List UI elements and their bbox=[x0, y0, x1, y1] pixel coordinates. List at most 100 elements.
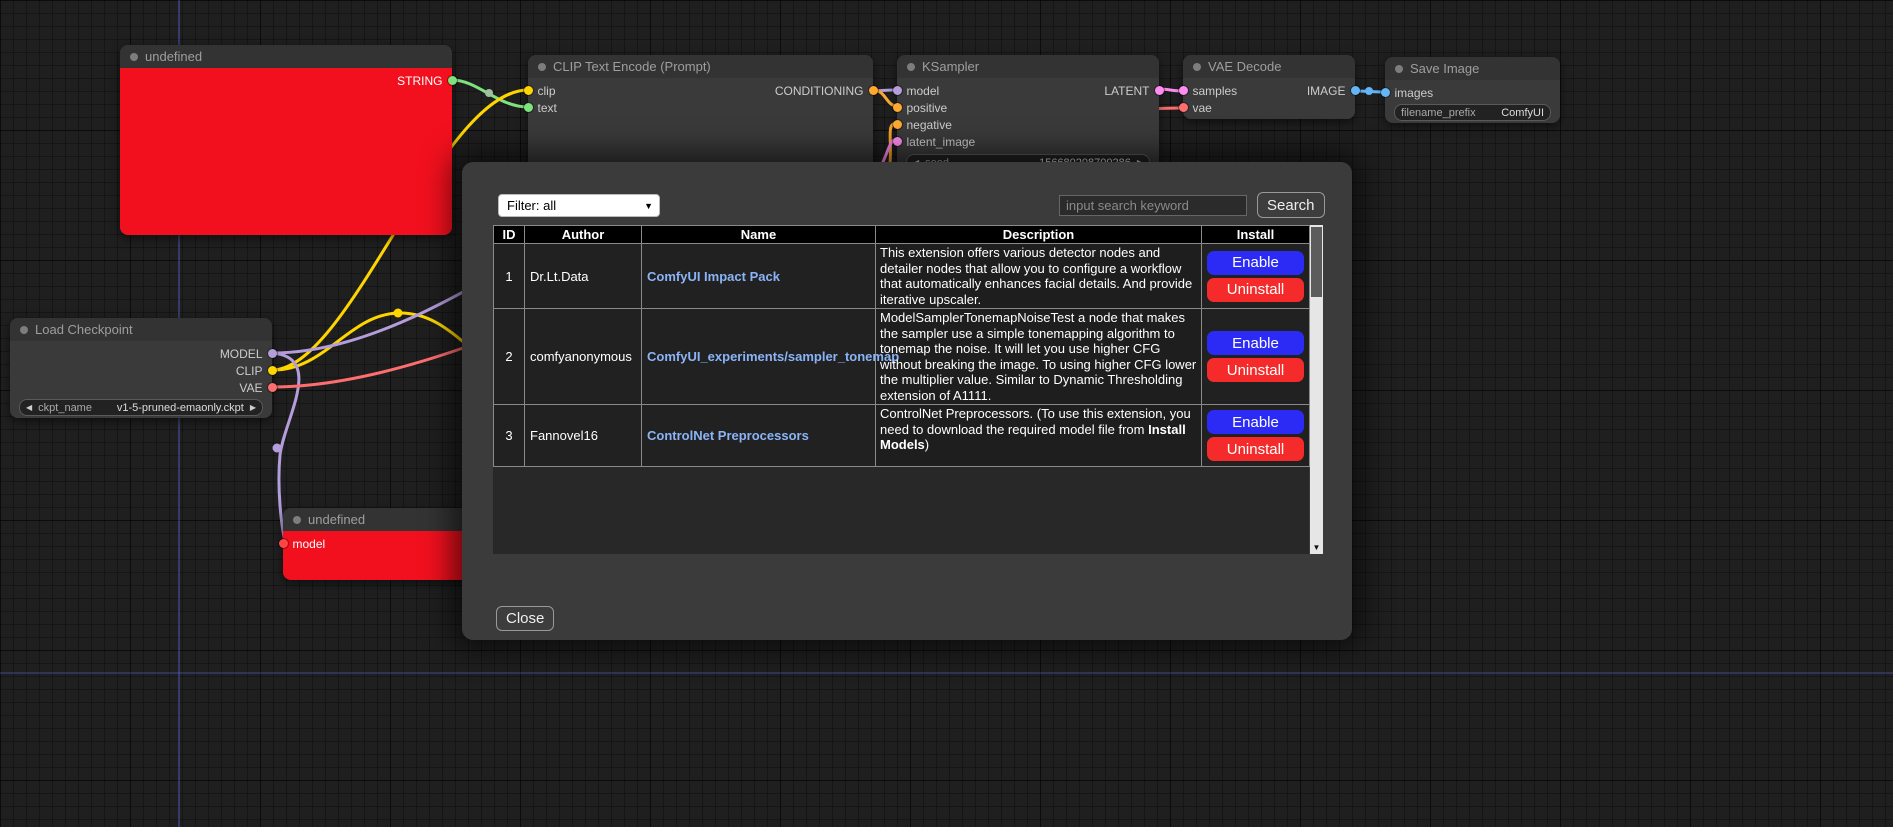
input-port-samples[interactable]: samples bbox=[1183, 84, 1237, 98]
scrollbar-down-button[interactable]: ▼ bbox=[1310, 540, 1323, 554]
uninstall-button[interactable]: Uninstall bbox=[1207, 278, 1304, 302]
port-dot-latent[interactable] bbox=[1155, 86, 1164, 95]
output-port-conditioning[interactable]: CONDITIONING bbox=[775, 84, 873, 98]
uninstall-button[interactable]: Uninstall bbox=[1207, 358, 1304, 382]
node-collapse-dot[interactable] bbox=[1193, 63, 1201, 71]
extension-author: Fannovel16 bbox=[525, 405, 642, 467]
port-dot-vae[interactable] bbox=[1179, 103, 1188, 112]
link-midpoint-dot bbox=[273, 444, 282, 453]
output-port-model[interactable]: MODEL bbox=[220, 347, 272, 361]
node-body: model bbox=[283, 531, 473, 580]
node-title: VAE Decode bbox=[1208, 59, 1281, 74]
filter-dropdown[interactable]: Filter: all ▼ bbox=[498, 194, 660, 217]
port-dot-samples[interactable] bbox=[1179, 86, 1188, 95]
port-dot-model[interactable] bbox=[893, 86, 902, 95]
output-port-vae[interactable]: VAE bbox=[239, 381, 272, 395]
arrow-right-icon[interactable]: ▶ bbox=[250, 404, 256, 412]
port-dot-model-out[interactable] bbox=[268, 349, 277, 358]
node-title: undefined bbox=[308, 512, 365, 527]
node-title-bar[interactable]: undefined bbox=[120, 45, 452, 68]
node-title-bar[interactable]: Load Checkpoint bbox=[10, 318, 272, 341]
output-port-clip[interactable]: CLIP bbox=[236, 364, 272, 378]
header-description: Description bbox=[876, 226, 1202, 244]
header-name: Name bbox=[642, 226, 876, 244]
wire-string-to-text bbox=[452, 80, 528, 107]
node-title-bar[interactable]: undefined bbox=[283, 508, 473, 531]
wire-clip-second bbox=[272, 313, 478, 370]
enable-button[interactable]: Enable bbox=[1207, 251, 1304, 275]
node-title: undefined bbox=[145, 49, 202, 64]
port-dot-clip[interactable] bbox=[524, 86, 533, 95]
input-port-images[interactable]: images bbox=[1385, 86, 1433, 100]
table-scrollbar[interactable]: ▼ bbox=[1310, 225, 1323, 554]
extension-link[interactable]: ComfyUI_experiments/sampler_tonemap bbox=[647, 349, 899, 364]
arrow-left-icon[interactable]: ◀ bbox=[26, 404, 32, 412]
node-graph-canvas[interactable]: undefined STRING CLIP Text Encode (Promp… bbox=[0, 0, 1893, 827]
extension-description: This extension offers various detector n… bbox=[876, 244, 1202, 309]
uninstall-button[interactable]: Uninstall bbox=[1207, 437, 1304, 461]
extension-link[interactable]: ComfyUI Impact Pack bbox=[647, 269, 780, 284]
node-body: images filename_prefix ComfyUI bbox=[1385, 80, 1560, 123]
input-port-latent-image[interactable]: latent_image bbox=[897, 135, 975, 149]
node-title-bar[interactable]: KSampler bbox=[897, 55, 1159, 78]
extension-description: ModelSamplerTonemapNoiseTest a node that… bbox=[876, 309, 1202, 405]
port-dot-latent-image[interactable] bbox=[893, 137, 902, 146]
node-body: MODEL CLIP VAE ◀ ckpt_name v1-5-pruned-e… bbox=[10, 341, 272, 418]
node-body: samples IMAGE vae bbox=[1183, 78, 1355, 119]
output-port-latent[interactable]: LATENT bbox=[1104, 84, 1159, 98]
search-button[interactable]: Search bbox=[1257, 192, 1325, 218]
node-undefined-bottom[interactable]: undefined model bbox=[283, 508, 473, 580]
port-dot-images[interactable] bbox=[1381, 88, 1390, 97]
node-collapse-dot[interactable] bbox=[538, 63, 546, 71]
input-port-model[interactable]: model bbox=[897, 84, 939, 98]
widget-ckpt-name[interactable]: ◀ ckpt_name v1-5-pruned-emaonly.ckpt ▶ bbox=[19, 399, 263, 416]
enable-button[interactable]: Enable bbox=[1207, 410, 1304, 434]
port-dot-negative[interactable] bbox=[893, 120, 902, 129]
port-dot-conditioning[interactable] bbox=[869, 86, 878, 95]
search-input[interactable] bbox=[1059, 195, 1247, 216]
extension-table: ID Author Name Description Install 1 Dr.… bbox=[493, 225, 1310, 467]
enable-button[interactable]: Enable bbox=[1207, 331, 1304, 355]
node-title: Load Checkpoint bbox=[35, 322, 133, 337]
node-ksampler[interactable]: KSampler model LATENT positive bbox=[897, 55, 1159, 170]
node-title-bar[interactable]: VAE Decode bbox=[1183, 55, 1355, 78]
filter-selected-value: Filter: all bbox=[507, 198, 556, 213]
port-dot-text[interactable] bbox=[524, 103, 533, 112]
node-title-bar[interactable]: Save Image bbox=[1385, 57, 1560, 80]
comfyui-manager-dialog: Filter: all ▼ Search ID Author Name Desc… bbox=[462, 162, 1352, 640]
node-collapse-dot[interactable] bbox=[130, 53, 138, 61]
port-dot-string[interactable] bbox=[448, 76, 457, 85]
output-port-string[interactable]: STRING bbox=[397, 74, 452, 88]
port-dot-clip-out[interactable] bbox=[268, 366, 277, 375]
down-arrow-icon: ▼ bbox=[1313, 543, 1321, 552]
extension-description: ControlNet Preprocessors. (To use this e… bbox=[876, 405, 1202, 467]
node-vae-decode[interactable]: VAE Decode samples IMAGE vae bbox=[1183, 55, 1355, 119]
output-port-image[interactable]: IMAGE bbox=[1307, 84, 1355, 98]
extension-id: 2 bbox=[494, 309, 525, 405]
port-dot-model-in[interactable] bbox=[279, 539, 288, 548]
extension-row: 2 comfyanonymous ComfyUI_experiments/sam… bbox=[494, 309, 1310, 405]
extension-link[interactable]: ControlNet Preprocessors bbox=[647, 428, 809, 443]
port-dot-positive[interactable] bbox=[893, 103, 902, 112]
node-collapse-dot[interactable] bbox=[1395, 65, 1403, 73]
link-midpoint-dot bbox=[1365, 87, 1373, 95]
node-collapse-dot[interactable] bbox=[293, 516, 301, 524]
input-port-clip[interactable]: clip bbox=[528, 84, 556, 98]
input-port-model[interactable]: model bbox=[283, 537, 325, 551]
input-port-positive[interactable]: positive bbox=[897, 101, 947, 115]
input-port-negative[interactable]: negative bbox=[897, 118, 952, 132]
extension-row: 1 Dr.Lt.Data ComfyUI Impact Pack This ex… bbox=[494, 244, 1310, 309]
input-port-vae[interactable]: vae bbox=[1183, 101, 1212, 115]
scrollbar-thumb[interactable] bbox=[1311, 227, 1322, 297]
node-title-bar[interactable]: CLIP Text Encode (Prompt) bbox=[528, 55, 873, 78]
node-collapse-dot[interactable] bbox=[907, 63, 915, 71]
node-undefined-top[interactable]: undefined STRING bbox=[120, 45, 452, 235]
node-save-image[interactable]: Save Image images filename_prefix ComfyU… bbox=[1385, 57, 1560, 123]
widget-filename-prefix[interactable]: filename_prefix ComfyUI bbox=[1394, 104, 1551, 121]
close-button[interactable]: Close bbox=[496, 606, 554, 631]
port-dot-image[interactable] bbox=[1351, 86, 1360, 95]
port-dot-vae-out[interactable] bbox=[268, 383, 277, 392]
node-collapse-dot[interactable] bbox=[20, 326, 28, 334]
input-port-text[interactable]: text bbox=[528, 101, 557, 115]
node-load-checkpoint[interactable]: Load Checkpoint MODEL CLIP VAE bbox=[10, 318, 272, 418]
